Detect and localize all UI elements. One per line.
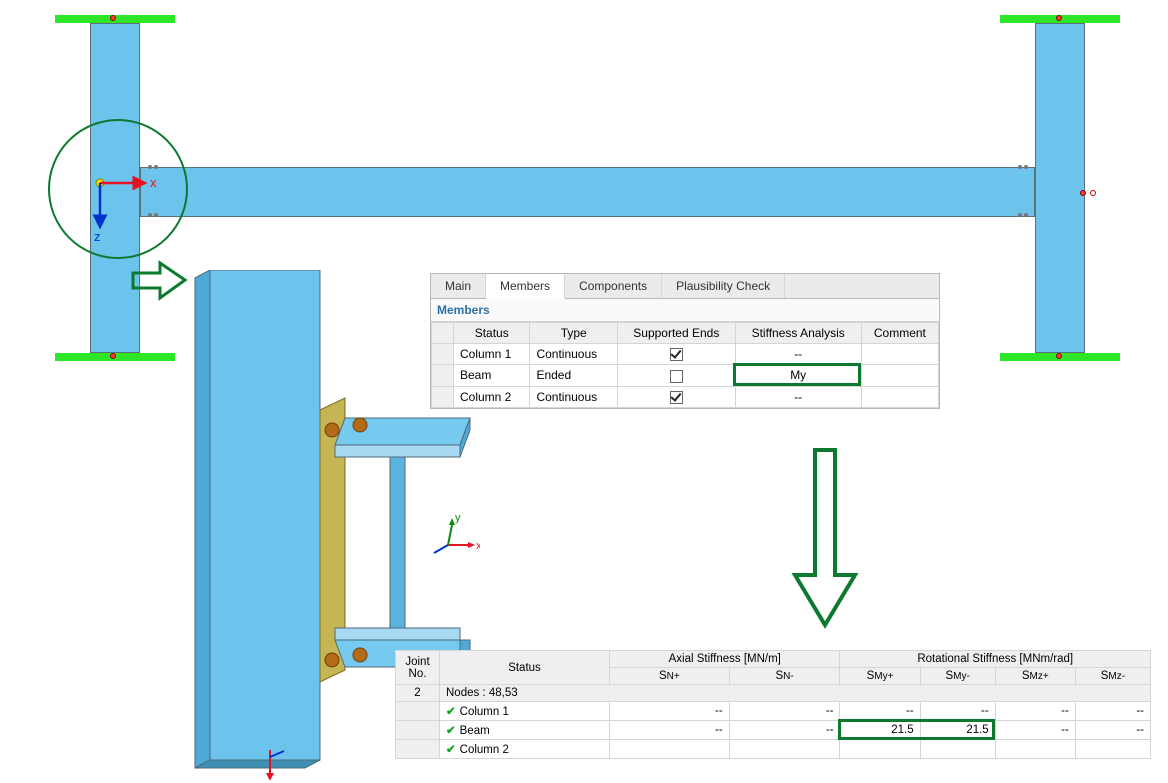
stiffness-table[interactable]: Joint No. Status Axial Stiffness [MN/m] … — [395, 650, 1151, 759]
checkbox-icon[interactable] — [670, 348, 683, 361]
checkbox-icon[interactable] — [670, 391, 683, 404]
col-comment: Comment — [861, 323, 938, 344]
arrow-down-icon — [790, 445, 860, 635]
check-icon: ✔ — [446, 725, 456, 737]
snm-header: SN- — [729, 668, 840, 685]
smzm-header: SMz- — [1075, 668, 1150, 685]
table-row[interactable]: Column 2 Continuous -- — [432, 386, 939, 407]
table-row: 2 Nodes : 48,53 — [396, 685, 1151, 702]
tab-components[interactable]: Components — [565, 274, 662, 298]
members-table[interactable]: Status Type Supported Ends Stiffness Ana… — [431, 322, 939, 408]
svg-text:y: y — [455, 512, 461, 524]
smyp-header: SMy+ — [840, 668, 920, 685]
joint-no-header: Joint No. — [396, 651, 440, 685]
table-row[interactable]: ✔Column 1 -- -- -- -- -- -- — [396, 702, 1151, 721]
col-stiffness: Stiffness Analysis — [735, 323, 861, 344]
svg-text:x: x — [476, 540, 480, 552]
section-title: Members — [431, 299, 939, 322]
check-icon: ✔ — [446, 706, 456, 718]
members-panel: Main Members Components Plausibility Che… — [430, 273, 940, 409]
table-row[interactable]: ✔Column 2 — [396, 740, 1151, 759]
table-row[interactable]: ✔Beam -- -- 21.5 21.5 -- -- — [396, 721, 1151, 740]
table-row[interactable]: Column 1 Continuous -- — [432, 344, 939, 365]
status-header: Status — [440, 651, 610, 685]
col-status: Status — [454, 323, 530, 344]
smzp-header: SMz+ — [995, 668, 1075, 685]
stiffness-results-panel: Joint No. Status Axial Stiffness [MN/m] … — [395, 650, 1151, 759]
tab-plausibility[interactable]: Plausibility Check — [662, 274, 785, 298]
tab-main[interactable]: Main — [431, 274, 486, 298]
axial-group-header: Axial Stiffness [MN/m] — [610, 651, 840, 668]
checkbox-icon[interactable] — [670, 370, 683, 383]
tab-members[interactable]: Members — [486, 274, 565, 299]
check-icon: ✔ — [446, 744, 456, 756]
smym-header: SMy- — [920, 668, 995, 685]
tabbar: Main Members Components Plausibility Che… — [431, 274, 939, 299]
col-supported: Supported Ends — [617, 323, 735, 344]
col-type: Type — [530, 323, 618, 344]
joint-highlight-circle — [48, 119, 188, 259]
table-row[interactable]: Beam Ended My — [432, 365, 939, 386]
snp-header: SN+ — [610, 668, 730, 685]
rot-group-header: Rotational Stiffness [MNm/rad] — [840, 651, 1151, 668]
